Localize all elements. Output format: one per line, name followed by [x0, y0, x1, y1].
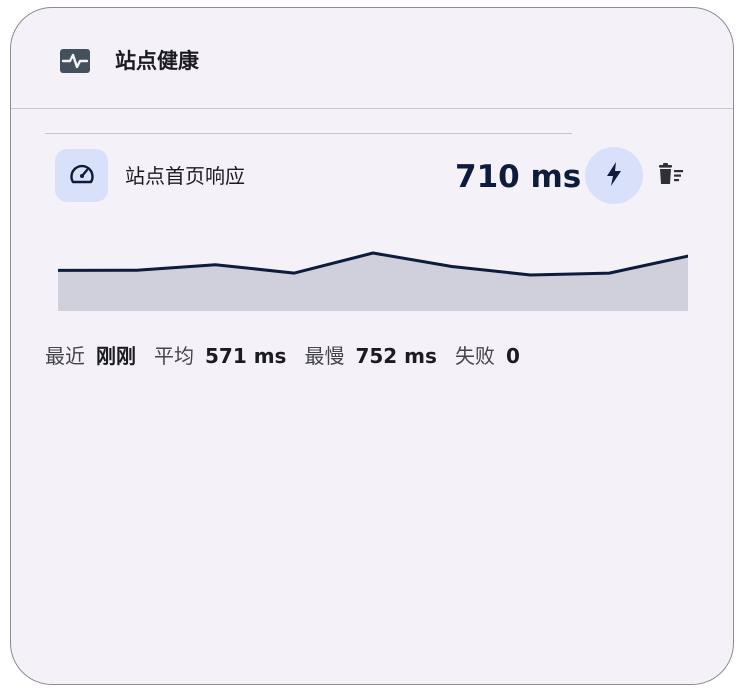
sparkline-area	[58, 253, 688, 311]
stat-label-slowest: 最慢	[304, 344, 345, 368]
stat-value-failures: 0	[505, 344, 520, 368]
lightning-bolt-icon	[605, 161, 623, 191]
stat-label-failures: 失败	[454, 344, 495, 368]
monitor-icon-tile	[55, 149, 108, 202]
monitor-name: 站点首页响应	[125, 164, 245, 188]
stat-label-recent: 最近	[45, 344, 85, 368]
stat-value-average: 571 ms	[205, 344, 287, 368]
check-now-button[interactable]	[585, 147, 643, 204]
trash-sweep-icon	[657, 162, 685, 190]
response-time-sparkline	[58, 251, 688, 311]
divider	[45, 133, 572, 134]
monitor-response-time: 710 ms	[455, 159, 582, 195]
stat-value-recent: 刚刚	[96, 344, 136, 368]
site-health-card: 站点健康 站点首页响应 710 ms 最近 刚刚 平均 571 ms 最慢 75…	[10, 7, 734, 685]
delete-monitor-button[interactable]	[656, 161, 686, 191]
card-title: 站点健康	[115, 49, 199, 73]
heartbeat-monitor-icon	[60, 49, 90, 73]
card-header: 站点健康	[11, 8, 733, 109]
stat-value-slowest: 752 ms	[355, 344, 437, 368]
monitor-stats: 最近 刚刚 平均 571 ms 最慢 752 ms 失败 0	[45, 342, 538, 372]
speedometer-icon	[68, 160, 96, 192]
stat-label-average: 平均	[154, 344, 194, 368]
